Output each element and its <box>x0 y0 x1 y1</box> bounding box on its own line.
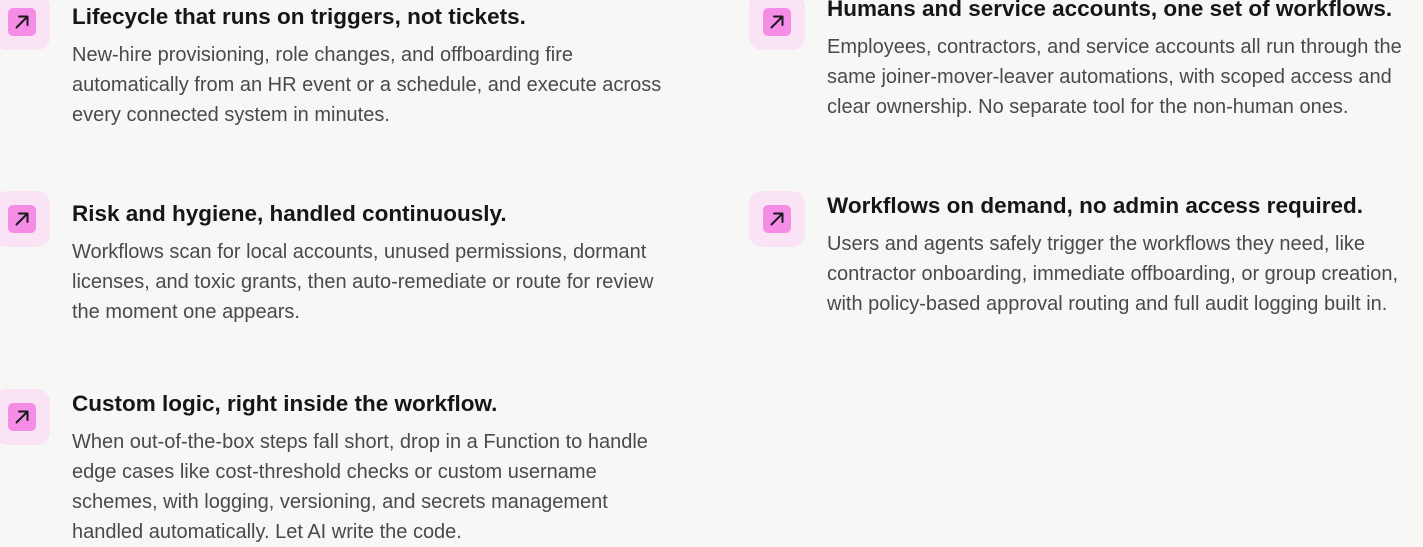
feature-text: Workflows on demand, no admin access req… <box>827 191 1423 319</box>
feature-title: Custom logic, right inside the workflow. <box>72 391 498 416</box>
feature-text: Risk and hygiene, handled continuously. … <box>72 199 662 327</box>
feature-description: Workflows scan for local accounts, unuse… <box>72 241 654 323</box>
feature-description: Employees, contractors, and service acco… <box>827 36 1402 118</box>
feature-text: Humans and service accounts, one set of … <box>827 0 1423 122</box>
icon-tile <box>0 389 50 445</box>
feature-title: Workflows on demand, no admin access req… <box>827 193 1363 218</box>
icon-tile <box>749 0 805 50</box>
arrow-up-right-icon <box>763 8 791 36</box>
feature-description: Users and agents safely trigger the work… <box>827 233 1399 315</box>
feature-title: Lifecycle that runs on triggers, not tic… <box>72 4 526 29</box>
icon-tile <box>0 0 50 50</box>
arrow-up-right-icon <box>8 403 36 431</box>
icon-tile <box>749 191 805 247</box>
feature-title: Risk and hygiene, handled continuously. <box>72 201 507 226</box>
icon-tile <box>0 191 50 247</box>
arrow-up-right-icon <box>8 8 36 36</box>
feature-text: Custom logic, right inside the workflow.… <box>72 389 652 547</box>
feature-text: Lifecycle that runs on triggers, not tic… <box>72 2 662 130</box>
feature-description: New-hire provisioning, role changes, and… <box>72 44 662 126</box>
feature-description: When out-of-the-box steps fall short, dr… <box>72 431 648 543</box>
feature-title: Humans and service accounts, one set of … <box>827 0 1393 21</box>
arrow-up-right-icon <box>763 205 791 233</box>
arrow-up-right-icon <box>8 205 36 233</box>
